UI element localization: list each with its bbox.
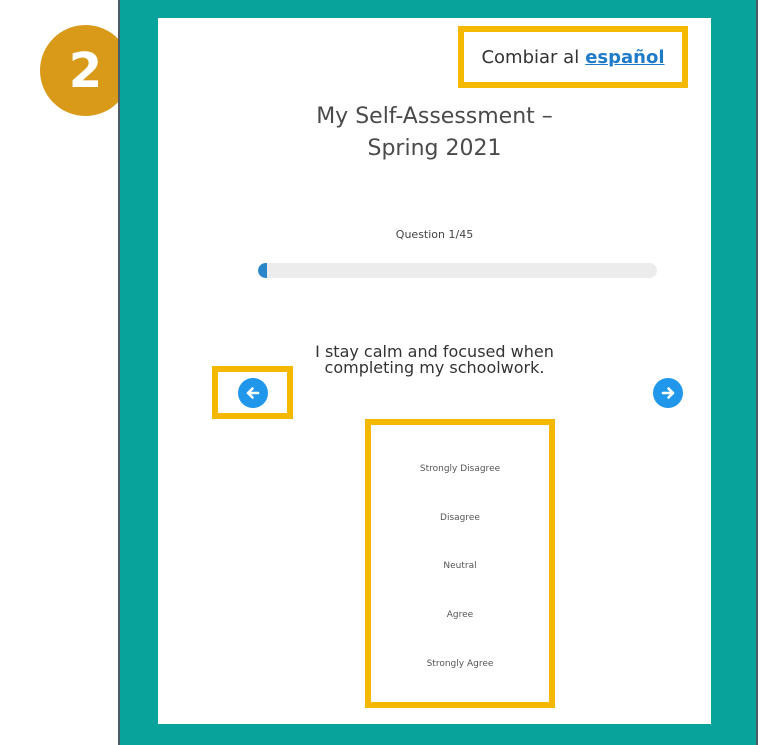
progress-bar-fill: [258, 263, 267, 278]
language-prefix: Combiar al: [481, 46, 580, 68]
answer-option[interactable]: Strongly Agree: [417, 653, 504, 675]
language-switch: Combiar al español: [458, 26, 688, 88]
previous-question-button[interactable]: [237, 377, 268, 408]
answer-option[interactable]: Disagree: [430, 507, 490, 529]
answer-option[interactable]: Agree: [437, 604, 483, 626]
next-question-button[interactable]: [653, 378, 683, 408]
arrow-right-icon: [661, 387, 675, 399]
answer-options: Strongly Disagree Disagree Neutral Agree Str…: [365, 419, 555, 708]
page-title-line1: My Self-Assessment –: [316, 104, 553, 129]
step-number: 2: [68, 42, 103, 99]
answer-option[interactable]: Neutral: [433, 555, 486, 577]
previous-question-highlight: [212, 366, 293, 419]
page-title-line2: Spring 2021: [367, 136, 502, 161]
arrow-left-icon: [246, 386, 259, 399]
question-counter: Question 1/45: [395, 228, 474, 241]
spanish-link[interactable]: español: [585, 47, 664, 68]
progress-bar: [258, 263, 657, 278]
assessment-card: Combiar al español My Self-Assessment – …: [158, 18, 711, 724]
answer-option[interactable]: Strongly Disagree: [410, 458, 510, 480]
page-title: My Self-Assessment – Spring 2021: [158, 101, 711, 165]
question-text-line2: completing my schoolwork.: [324, 358, 545, 377]
question-text: I stay calm and focused when completing …: [278, 344, 591, 376]
